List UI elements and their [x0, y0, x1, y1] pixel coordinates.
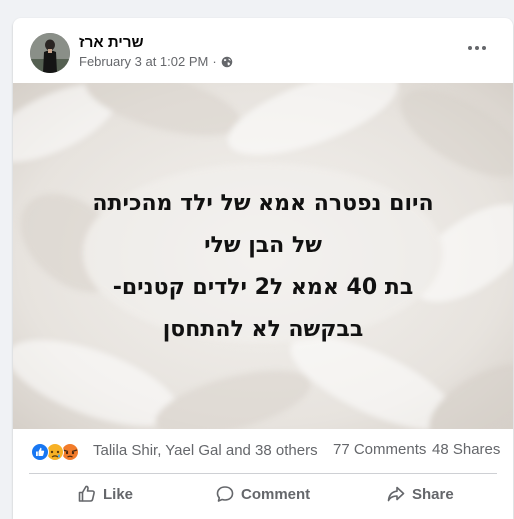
like-button[interactable]: Like — [77, 476, 133, 512]
post-header: שרית ארז February 3 at 1:02 PM · — [13, 18, 513, 83]
like-reaction-icon — [31, 443, 49, 461]
post-text-line: בבקשה לא להתחסן — [162, 317, 364, 342]
post-meta: February 3 at 1:02 PM · — [79, 54, 233, 69]
post-text-line: בת 40 אמא ל2 ילדים קטנים- — [112, 275, 414, 300]
comment-button[interactable]: Comment — [215, 476, 310, 512]
like-label: Like — [103, 485, 134, 503]
reaction-icons[interactable] — [30, 442, 88, 462]
comments-count[interactable]: 77 Comments — [333, 441, 426, 458]
reactions-bar: Talila Shir, Yael Gal and 38 others 77 C… — [13, 429, 513, 473]
post-text-line: היום נפטרה אמא של ילד מהכיתה — [92, 191, 434, 216]
share-icon — [386, 484, 406, 504]
share-button[interactable]: Share — [386, 476, 454, 512]
comment-label: Comment — [241, 485, 311, 503]
post-card: שרית ארז February 3 at 1:02 PM · היום נפ… — [13, 18, 513, 519]
reaction-names[interactable]: Talila Shir, Yael Gal and 38 others — [93, 442, 318, 459]
avatar[interactable] — [30, 33, 70, 73]
thumbs-up-icon — [77, 484, 97, 504]
more-icon[interactable] — [459, 36, 495, 60]
post-actions: Like Comment Share — [13, 476, 513, 512]
meta-separator: · — [212, 54, 217, 69]
post-image[interactable]: היום נפטרה אמא של ילד מהכיתה של הבן שלי … — [13, 83, 513, 429]
actions-divider — [29, 473, 497, 474]
post-text: היום נפטרה אמא של ילד מהכיתה של הבן שלי … — [13, 183, 513, 351]
author-name[interactable]: שרית ארז — [79, 34, 144, 51]
post-date[interactable]: February 3 at 1:02 PM — [79, 54, 208, 69]
post-text-line: של הבן שלי — [204, 233, 322, 258]
share-label: Share — [412, 485, 454, 503]
shares-count[interactable]: 48 Shares — [432, 441, 500, 458]
globe-icon[interactable] — [221, 56, 233, 68]
comment-icon — [215, 484, 235, 504]
